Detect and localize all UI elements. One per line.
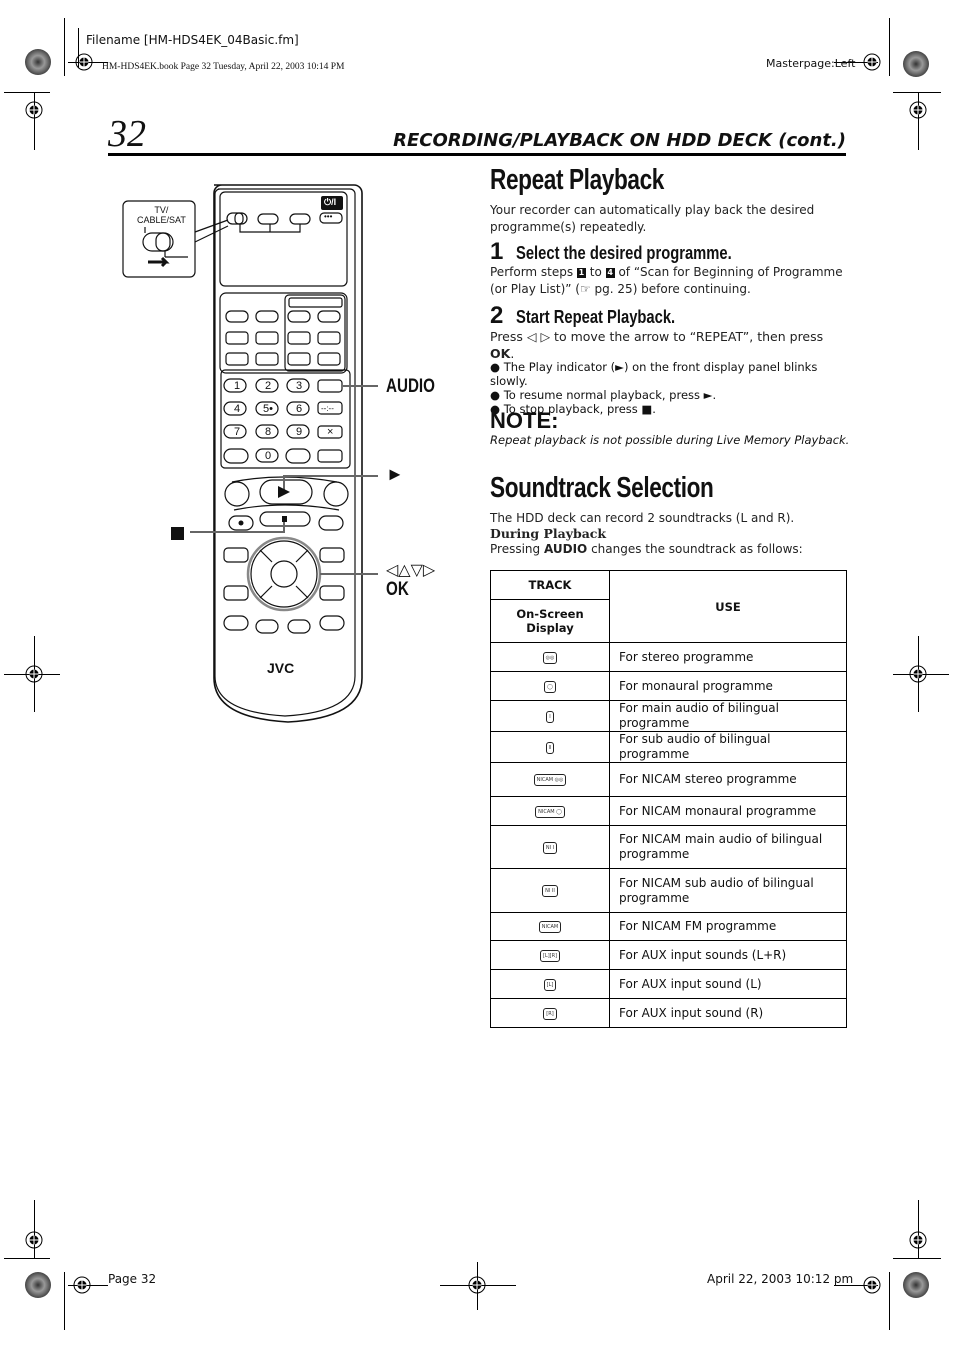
use-cell: For AUX input sound (R): [609, 998, 847, 1028]
use-cell: For NICAM monaural programme: [609, 796, 847, 826]
step-2-title: Start Repeat Playback.: [516, 307, 676, 327]
print-masterpage: Masterpage:Left: [766, 57, 856, 70]
remote-dots-button: •••: [324, 212, 333, 221]
key-2: 2: [265, 380, 272, 392]
step-1-number: 1: [490, 238, 504, 265]
use-cell: For NICAM main audio of bilingual progra…: [609, 825, 847, 869]
use-cell: For NICAM stereo programme: [609, 762, 847, 797]
stereo-icon: ◎◎: [542, 651, 558, 664]
section-title: RECORDING/PLAYBACK ON HDD DECK (cont.): [393, 130, 846, 151]
print-filename: Filename [HM-HDS4EK_04Basic.fm]: [86, 33, 299, 47]
step-1-text: Perform steps 1 to 4 of “Scan for Beginn…: [490, 265, 843, 296]
page-number: 32: [108, 113, 146, 155]
nicam-sub-icon: NI II: [542, 885, 558, 897]
step-1-title: Select the desired programme.: [516, 243, 733, 263]
key-8: 8: [265, 426, 272, 438]
key-1: 1: [234, 380, 241, 392]
key-3: 3: [296, 380, 303, 392]
footer-date: April 22, 2003 10:12 pm: [707, 1272, 854, 1286]
step-2-number: 2: [490, 302, 504, 329]
note-text: Repeat playback is not possible during L…: [490, 433, 850, 447]
bilingual-sub-icon: II: [545, 741, 555, 754]
nicam-main-icon: NI I: [542, 841, 558, 854]
key-5: 5•: [263, 403, 273, 415]
remote-power-button: ⏻/I: [324, 197, 337, 207]
callout-ok: OK: [386, 579, 409, 600]
key-dash: --:--: [321, 404, 334, 413]
note-title: NOTE:: [490, 408, 559, 433]
key-0: 0: [265, 450, 272, 462]
bilingual-main-icon: I: [546, 710, 554, 723]
footer-page: Page 32: [108, 1272, 157, 1286]
use-cell: For main audio of bilingual programme: [609, 700, 847, 732]
aux-l-icon: [L]: [543, 978, 557, 991]
table-row: NICAM For NICAM FM programme: [490, 912, 847, 941]
print-book-line: HM-HDS4EK.book Page 32 Tuesday, April 22…: [102, 62, 345, 72]
use-cell: For AUX input sound (L): [609, 969, 847, 999]
remote-switch-label: TV/ CABLE/SAT: [137, 205, 186, 225]
nicam-mono-icon: NICAM ◯: [535, 805, 565, 818]
aux-r-icon: [R]: [543, 1007, 557, 1020]
remote-control-illustration: [122, 184, 378, 723]
use-cell: For sub audio of bilingual programme: [609, 731, 847, 763]
bullet-item: ● To resume normal playback, press ►.: [490, 388, 717, 402]
header-rule: [108, 153, 846, 156]
step-1-heading: 1 Select the desired programme.: [490, 238, 780, 266]
table-row: [L] For AUX input sound (L): [490, 969, 847, 999]
callout-play: ►: [386, 464, 404, 484]
step-box-4: 4: [605, 267, 615, 278]
table-row: NICAM ◯ For NICAM monaural programme: [490, 796, 847, 826]
table-row: NI I For NICAM main audio of bilingual pr…: [490, 825, 847, 869]
remote-brand-logo: JVC: [267, 660, 295, 676]
header-track: TRACK: [490, 570, 610, 600]
table-row: [R] For AUX input sound (R): [490, 998, 847, 1028]
soundtrack-instruction: Pressing AUDIO changes the soundtrack as…: [490, 542, 803, 556]
key-x: ×: [327, 426, 334, 438]
soundtrack-table: TRACK USE On-Screen Display ◎◎ For stereo…: [490, 570, 847, 1028]
aux-lr-icon: [L][R]: [539, 949, 561, 962]
use-cell: For NICAM sub audio of bilingual program…: [609, 868, 847, 913]
nicam-fm-icon: NICAM: [538, 921, 562, 933]
table-row: II For sub audio of bilingual programme: [490, 731, 847, 763]
header-use: USE: [609, 570, 847, 643]
key-4: 4: [234, 403, 241, 415]
step-2-text: Press ◁ ▷ to move the arrow to “REPEAT”,…: [490, 329, 824, 361]
repeat-playback-title: Repeat Playback: [490, 164, 664, 196]
callout-audio: AUDIO: [386, 376, 435, 397]
use-cell: For NICAM FM programme: [609, 912, 847, 941]
header-osd: On-Screen Display: [490, 599, 610, 643]
step-2-heading: 2 Start Repeat Playback.: [490, 302, 711, 330]
callout-arrows: ◁△▽▷: [386, 562, 436, 579]
key-6: 6: [296, 403, 303, 415]
bullet-item: ● The Play indicator (►) on the front di…: [490, 360, 818, 388]
table-row: ◎◎ For stereo programme: [490, 642, 847, 672]
use-cell: For AUX input sounds (L+R): [609, 940, 847, 970]
table-row: I For main audio of bilingual programme: [490, 700, 847, 732]
use-cell: For monaural programme: [609, 671, 847, 701]
use-cell: For stereo programme: [609, 642, 847, 672]
table-row: [L][R] For AUX input sounds (L+R): [490, 940, 847, 970]
repeat-playback-intro: Your recorder can automatically play bac…: [490, 203, 815, 234]
table-row: NICAM ◎◎ For NICAM stereo programme: [490, 762, 847, 797]
key-7: 7: [234, 426, 241, 438]
step-box-1: 1: [576, 267, 586, 278]
table-row: NI II For NICAM sub audio of bilingual pr…: [490, 868, 847, 913]
table-row: ◯ For monaural programme: [490, 671, 847, 701]
nicam-stereo-icon: NICAM ◎◎: [533, 774, 567, 786]
soundtrack-title: Soundtrack Selection: [490, 472, 714, 504]
key-9: 9: [296, 426, 303, 438]
mono-icon: ◯: [544, 680, 556, 693]
during-playback-subhead: During Playback: [490, 526, 607, 541]
